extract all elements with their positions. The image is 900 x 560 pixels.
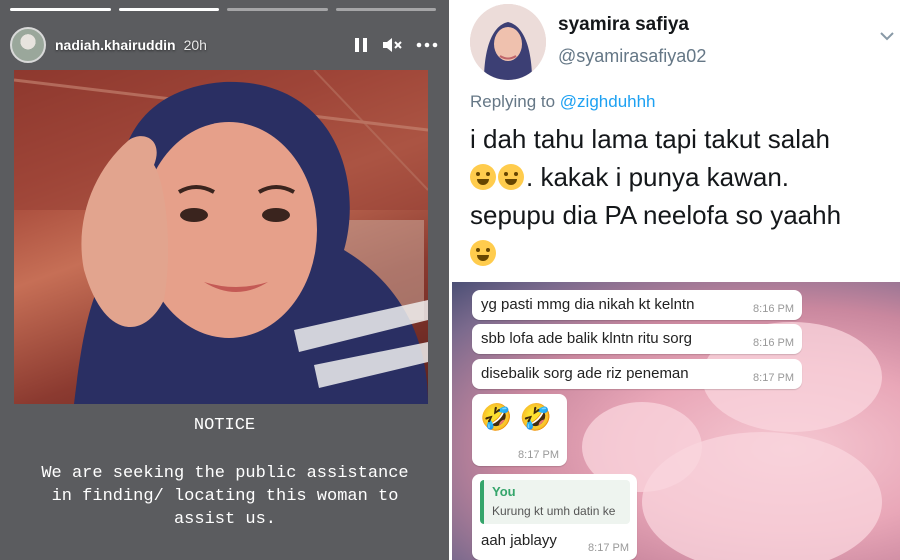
story-progress-bar bbox=[10, 8, 436, 11]
message-text: sbb lofa ade balik klntn ritu sorg bbox=[481, 330, 692, 347]
crying-face-icon bbox=[470, 164, 496, 190]
tweet-text-line: sepupu dia PA neelofa so yaahh bbox=[470, 200, 842, 230]
instagram-story: nadiah.khairuddin 20h NOTICE We are seek… bbox=[0, 0, 449, 560]
replying-to: Replying to @zighduhhh bbox=[470, 92, 656, 112]
chat-message[interactable]: disebalik sorg ade riz peneman 8:17 PM bbox=[472, 359, 802, 389]
story-controls bbox=[354, 37, 438, 53]
notice-title: NOTICE bbox=[193, 416, 256, 435]
story-photo bbox=[14, 70, 428, 404]
message-time: 8:17 PM bbox=[518, 449, 559, 461]
message-text: yg pasti mmg dia nikah kt kelntn bbox=[481, 296, 695, 313]
replying-to-label: Replying to bbox=[470, 92, 556, 111]
tweet-author-handle[interactable]: @syamirasafiya02 bbox=[558, 46, 706, 67]
progress-segment bbox=[227, 8, 328, 11]
quoted-author: You bbox=[492, 484, 516, 499]
message-time: 8:17 PM bbox=[588, 542, 629, 554]
tweet-text-line bbox=[470, 234, 890, 272]
tweet-text-line: i dah tahu lama tapi takut salah bbox=[470, 124, 830, 154]
mute-icon[interactable] bbox=[382, 37, 402, 53]
pause-icon[interactable] bbox=[354, 37, 368, 53]
tweet-text-line: . kakak i punya kawan. bbox=[470, 158, 890, 196]
rolling-laughing-face-icon bbox=[470, 240, 496, 266]
message-text: disebalik sorg ade riz peneman bbox=[481, 365, 689, 382]
chat-screenshot: yg pasti mmg dia nikah kt kelntn 8:16 PM… bbox=[452, 282, 900, 560]
message-text: aah jablayy bbox=[481, 532, 557, 549]
story-username[interactable]: nadiah.khairuddin bbox=[55, 37, 176, 53]
tweet-text: i dah tahu lama tapi takut salah . kakak… bbox=[470, 120, 890, 272]
notice-body: We are seeking the public assistance in … bbox=[41, 464, 409, 529]
message-time: 8:16 PM bbox=[753, 303, 794, 315]
story-header: nadiah.khairuddin 20h bbox=[10, 24, 438, 66]
story-time: 20h bbox=[183, 37, 207, 53]
tweet-author-name[interactable]: syamira safiya bbox=[558, 14, 689, 36]
progress-segment bbox=[335, 8, 436, 11]
replying-to-user[interactable]: @zighduhhh bbox=[560, 92, 656, 111]
tweet-avatar[interactable] bbox=[470, 4, 546, 80]
message-time: 8:17 PM bbox=[753, 372, 794, 384]
story-avatar[interactable] bbox=[10, 27, 46, 63]
chat-message-emoji[interactable]: 🤣 🤣 8:17 PM bbox=[472, 394, 567, 466]
quoted-message[interactable]: You Kurung kt umh datin ke bbox=[480, 480, 630, 524]
chevron-down-icon[interactable] bbox=[880, 28, 894, 46]
tweet-card: syamira safiya @syamirasafiya02 Replying… bbox=[452, 0, 900, 280]
chat-message[interactable]: yg pasti mmg dia nikah kt kelntn 8:16 PM bbox=[472, 290, 802, 320]
chat-message[interactable]: sbb lofa ade balik klntn ritu sorg 8:16 … bbox=[472, 324, 802, 354]
progress-segment bbox=[118, 8, 219, 11]
quoted-text: Kurung kt umh datin ke bbox=[492, 504, 616, 518]
progress-segment bbox=[10, 8, 111, 11]
chat-reply-message[interactable]: You Kurung kt umh datin ke aah jablayy 8… bbox=[472, 474, 637, 560]
tweet-text-line-2: . kakak i punya kawan. bbox=[526, 162, 790, 192]
more-icon[interactable] bbox=[416, 42, 438, 48]
message-time: 8:16 PM bbox=[753, 337, 794, 349]
grinning-sweat-face-icon bbox=[498, 164, 524, 190]
message-text: 🤣 🤣 bbox=[480, 402, 552, 432]
